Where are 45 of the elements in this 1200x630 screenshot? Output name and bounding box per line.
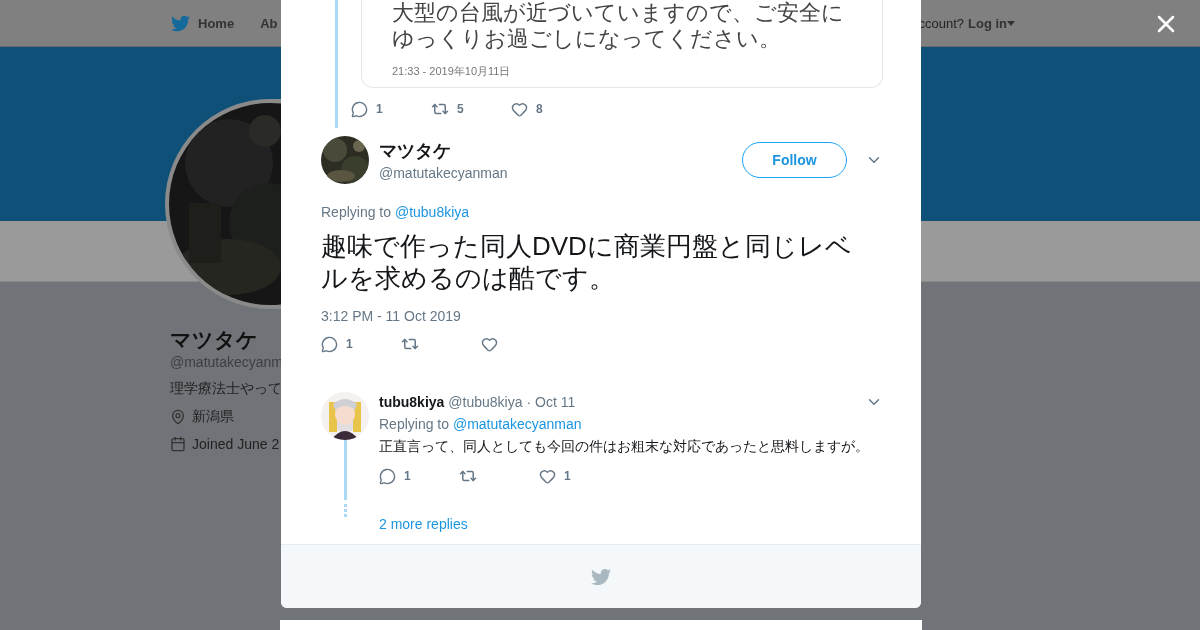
bird-icon bbox=[591, 566, 611, 587]
action-count: 5 bbox=[457, 102, 464, 116]
action-count: 1 bbox=[346, 337, 353, 351]
replying-to-text: Replying to @matutakecyanman bbox=[379, 416, 583, 432]
reply-author-name: tubu8kiya bbox=[379, 394, 445, 410]
location-icon bbox=[170, 409, 186, 425]
user-avatar[interactable] bbox=[321, 136, 369, 184]
quoted-tweet-timestamp: 21:33 - 2019年10月11日 bbox=[392, 64, 512, 79]
login-link[interactable]: Log in bbox=[968, 15, 1015, 31]
reply-text: 正直言って、同人としても今回の件はお粗末な対応であったと思料しますが。 bbox=[379, 438, 870, 456]
thread-dots-icon bbox=[343, 504, 347, 518]
user-handle: @matutakecyanman bbox=[379, 165, 508, 181]
calendar-icon bbox=[170, 436, 186, 452]
reply-icon[interactable] bbox=[351, 100, 368, 118]
quoted-tweet-text: ゆっくりお過ごしになってください。 bbox=[392, 26, 782, 52]
nav-link[interactable]: Ab bbox=[260, 15, 278, 31]
profile-name: マツタケ bbox=[170, 327, 258, 353]
nav-link[interactable]: Home bbox=[171, 13, 235, 33]
profile-bio: 理学療法士やって bbox=[170, 380, 282, 398]
mention-link[interactable]: @tubu8kiya bbox=[394, 204, 470, 220]
profile-joined: Joined June 2 bbox=[192, 436, 280, 452]
heart-icon[interactable] bbox=[511, 100, 528, 118]
action-count: 1 bbox=[564, 469, 571, 483]
follow-button[interactable]: Follow bbox=[742, 142, 847, 178]
tweet-text: 趣味で作った同人DVDに商業円盤と同じレベルを求めるのは酷です。 bbox=[321, 230, 853, 294]
reply-icon[interactable] bbox=[321, 335, 338, 353]
user-name: マツタケ bbox=[379, 140, 452, 163]
bird-icon bbox=[171, 13, 190, 33]
action-count: 1 bbox=[376, 102, 383, 116]
user-avatar[interactable] bbox=[321, 392, 369, 440]
heart-icon[interactable] bbox=[481, 335, 498, 353]
quoted-tweet-text: 大型の台風が近づいていますので、ご安全に bbox=[392, 0, 845, 26]
replying-to-text: Replying to @tubu8kiya bbox=[321, 204, 471, 220]
tweet-timestamp: 3:12 PM - 11 Oct 2019 bbox=[321, 308, 462, 324]
thread-line bbox=[343, 440, 347, 500]
more-replies-link[interactable]: 2 more replies bbox=[379, 516, 883, 532]
mention-link[interactable]: @matutakecyanman bbox=[452, 416, 582, 432]
reply-icon[interactable] bbox=[379, 467, 396, 485]
heart-icon[interactable] bbox=[539, 467, 556, 485]
reply-time: · Oct 11 bbox=[526, 394, 576, 410]
caret-icon bbox=[1007, 20, 1015, 26]
reply-author-handle: @tubu8kiya bbox=[448, 394, 523, 410]
action-count: 1 bbox=[404, 469, 411, 483]
action-count: 8 bbox=[536, 102, 543, 116]
profile-location: 新潟県 bbox=[192, 408, 234, 426]
